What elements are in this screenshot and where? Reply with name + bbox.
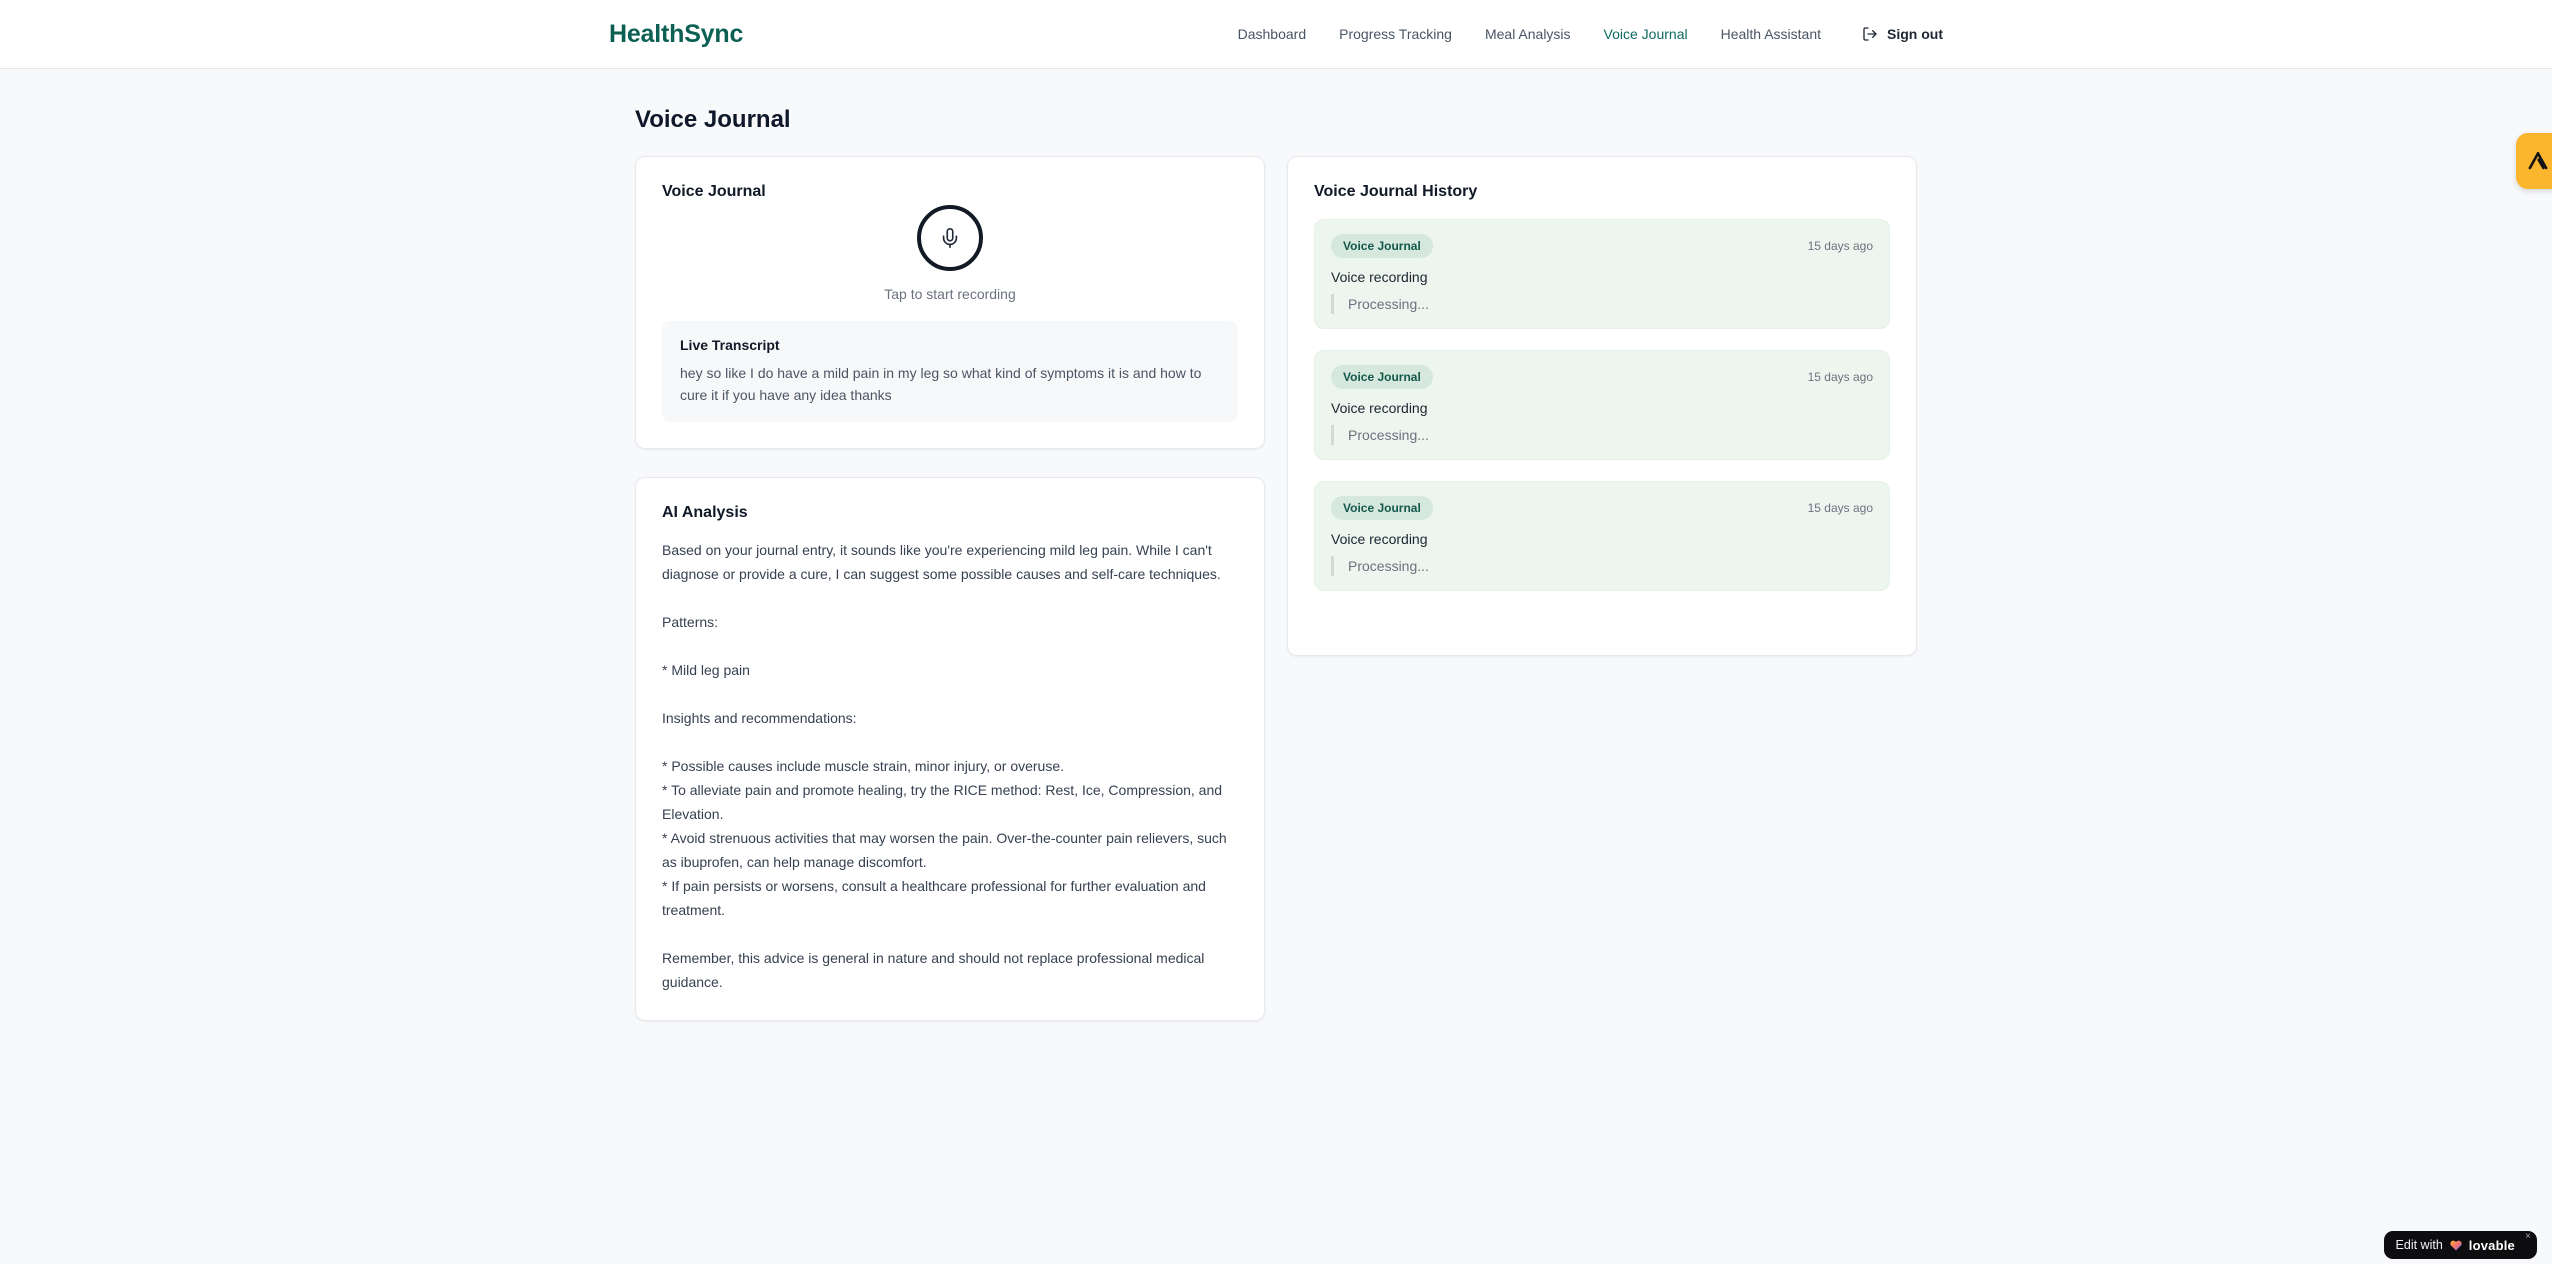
sign-out-button[interactable]: Sign out [1862, 26, 1943, 42]
entry-timestamp: 15 days ago [1807, 370, 1873, 384]
entry-status: Processing... [1331, 425, 1873, 445]
live-transcript-text: hey so like I do have a mild pain in my … [680, 365, 1202, 403]
main-nav: Dashboard Progress Tracking Meal Analysi… [1238, 26, 1943, 42]
entry-type-badge: Voice Journal [1331, 365, 1433, 389]
nav-item-voice-journal[interactable]: Voice Journal [1604, 26, 1688, 42]
side-tool-badge[interactable] [2516, 133, 2552, 189]
nav-item-dashboard[interactable]: Dashboard [1238, 26, 1307, 42]
record-button[interactable] [917, 205, 983, 271]
page-title: Voice Journal [635, 106, 791, 133]
voice-journal-card: Voice Journal Tap to start recording Liv… [635, 156, 1265, 449]
entry-title: Voice recording [1331, 269, 1428, 285]
history-card-title: Voice Journal History [1314, 183, 1478, 200]
recorder-card-title: Voice Journal [662, 183, 766, 200]
close-icon[interactable]: × [2525, 1232, 2531, 1242]
ai-analysis-body: Based on your journal entry, it sounds l… [662, 542, 1227, 990]
lovable-label: lovable [2468, 1237, 2515, 1253]
app-logo[interactable]: HealthSync [609, 20, 743, 49]
left-column: Voice Journal Tap to start recording Liv… [635, 156, 1265, 1021]
history-entry[interactable]: Voice Journal 15 days ago Voice recordin… [1314, 350, 1890, 460]
log-out-icon [1862, 26, 1878, 42]
history-entry-list: Voice Journal 15 days ago Voice recordin… [1314, 219, 1890, 591]
top-navigation-bar: HealthSync Dashboard Progress Tracking M… [0, 0, 2552, 69]
caret-a-logo-icon [2525, 148, 2551, 174]
history-entry[interactable]: Voice Journal 15 days ago Voice recordin… [1314, 219, 1890, 329]
live-transcript-label: Live Transcript [680, 337, 780, 353]
ai-analysis-card: AI Analysis Based on your journal entry,… [635, 477, 1265, 1021]
entry-title: Voice recording [1331, 400, 1428, 416]
history-entry[interactable]: Voice Journal 15 days ago Voice recordin… [1314, 481, 1890, 591]
live-transcript-box: Live Transcript hey so like I do have a … [662, 321, 1238, 422]
entry-status: Processing... [1331, 556, 1873, 576]
entry-timestamp: 15 days ago [1807, 501, 1873, 515]
nav-item-meal-analysis[interactable]: Meal Analysis [1485, 26, 1571, 42]
entry-title: Voice recording [1331, 531, 1428, 547]
edit-with-lovable-badge[interactable]: Edit with lovable × [2383, 1231, 2537, 1259]
voice-journal-history-card: Voice Journal History Voice Journal 15 d… [1287, 156, 1917, 656]
tap-to-record-hint: Tap to start recording [884, 286, 1016, 302]
entry-type-badge: Voice Journal [1331, 496, 1433, 520]
microphone-icon [939, 227, 961, 249]
entry-timestamp: 15 days ago [1807, 239, 1873, 253]
edit-with-label: Edit with [2395, 1238, 2443, 1252]
sign-out-label: Sign out [1887, 26, 1943, 42]
entry-type-badge: Voice Journal [1331, 234, 1433, 258]
main-content: Voice Journal Voice Journal Tap to start… [635, 69, 1917, 1021]
ai-analysis-title: AI Analysis [662, 504, 748, 521]
nav-item-health-assistant[interactable]: Health Assistant [1721, 26, 1821, 42]
nav-item-progress-tracking[interactable]: Progress Tracking [1339, 26, 1452, 42]
lovable-heart-icon [2449, 1239, 2463, 1252]
entry-status: Processing... [1331, 294, 1873, 314]
right-column: Voice Journal History Voice Journal 15 d… [1287, 156, 1917, 656]
